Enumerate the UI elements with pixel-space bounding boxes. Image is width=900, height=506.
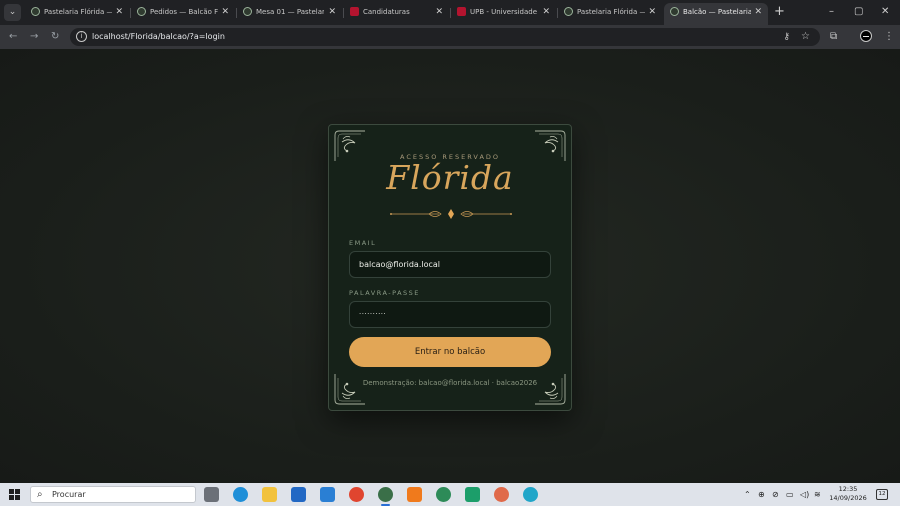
a-app-icon[interactable] (465, 487, 480, 502)
upb-favicon-icon (457, 6, 466, 16)
login-submit-button[interactable]: Entrar no balcão (349, 337, 551, 367)
close-tab-icon[interactable]: ✕ (435, 3, 443, 21)
chrome-icon[interactable] (349, 487, 364, 502)
password-field[interactable]: ·········· (349, 301, 551, 328)
upb-favicon-icon (350, 6, 359, 16)
url-text[interactable]: localhost/Florida/balcao/?a=login (92, 28, 225, 46)
page-background: ACESSO RESERVADO Flórida EMAIL balcao@fl… (0, 49, 900, 483)
close-tab-icon[interactable]: ✕ (115, 3, 123, 21)
login-card: ACESSO RESERVADO Flórida EMAIL balcao@fl… (328, 124, 572, 411)
browser-toolbar: ← → ↻ i localhost/Florida/balcao/?a=logi… (0, 25, 900, 49)
close-tab-icon[interactable]: ✕ (221, 3, 229, 21)
windows-taskbar: ⌕ Procurar ⌃ ⊕ ⊘ ▭ ◁) ≋ 12:35 14/09/2026… (0, 483, 900, 506)
search-icon: ⌕ (37, 489, 43, 500)
c-app-icon[interactable] (523, 487, 538, 502)
address-bar[interactable]: i localhost/Florida/balcao/?a=login ⚷ ☆ (70, 28, 820, 46)
windows-start-icon[interactable] (9, 489, 20, 500)
file-explorer-icon[interactable] (262, 487, 277, 502)
maximize-button[interactable]: ▢ (854, 3, 863, 21)
tab-title: Balcão — Pastelaria F (683, 8, 751, 16)
store-icon[interactable] (291, 487, 306, 502)
hs-app-icon[interactable] (436, 487, 451, 502)
volume-icon[interactable]: ◁) (800, 483, 809, 506)
taskbar-clock[interactable]: 12:35 14/09/2026 (826, 485, 870, 503)
browser-tab-strip: ⌄ Pastelaria Flórida — ✕ Pedidos — Balcã… (0, 0, 900, 25)
close-tab-icon[interactable]: ✕ (754, 3, 762, 21)
flower-favicon-icon (670, 6, 679, 16)
close-tab-icon[interactable]: ✕ (328, 3, 336, 21)
notification-badge[interactable]: 12 (876, 489, 888, 500)
close-window-button[interactable]: ✕ (881, 3, 889, 21)
tab-mesa-01[interactable]: Mesa 01 — Pastelaria ✕ (237, 3, 342, 25)
task-view-icon[interactable] (204, 487, 219, 502)
tab-search-chevron-icon[interactable]: ⌄ (4, 4, 21, 21)
xampp-icon[interactable] (407, 487, 422, 502)
wifi-icon[interactable]: ≋ (814, 483, 821, 506)
mail-icon[interactable] (320, 487, 335, 502)
flower-favicon-icon (243, 6, 252, 16)
demo-credentials-text: Demonstração: balcao@florida.local · bal… (362, 379, 538, 387)
brand-logo-text: Flórida (386, 158, 514, 197)
extensions-puzzle-icon[interactable]: ⧉ (830, 28, 837, 46)
menu-kebab-icon[interactable]: ⋮ (884, 28, 894, 46)
tab-title: Pastelaria Flórida — (577, 8, 645, 16)
new-tab-button[interactable]: + (774, 3, 785, 21)
battery-icon[interactable]: ▭ (786, 483, 794, 506)
flourish-divider-icon (390, 209, 512, 219)
tray-chevron-icon[interactable]: ⌃ (744, 483, 751, 506)
close-tab-icon[interactable]: ✕ (542, 3, 550, 21)
email-field[interactable]: balcao@florida.local (349, 251, 551, 278)
tab-candidaturas[interactable]: Candidaturas ✕ (344, 3, 449, 25)
tab-title: Mesa 01 — Pastelaria (256, 8, 324, 16)
chrome-profile-active-icon[interactable] (378, 487, 393, 506)
sparkle-app-icon[interactable] (494, 487, 509, 502)
flower-favicon-icon (137, 6, 146, 16)
tab-upb-universidade[interactable]: UPB - Universidade P ✕ (451, 3, 556, 25)
minimize-button[interactable]: – (829, 3, 834, 21)
camera-off-icon[interactable]: ⊘ (772, 483, 779, 506)
close-tab-icon[interactable]: ✕ (648, 3, 656, 21)
edge-browser-icon[interactable] (233, 487, 248, 502)
site-info-icon[interactable]: i (76, 31, 87, 42)
tab-title: Pastelaria Flórida — (44, 8, 112, 16)
tab-title: Candidaturas (363, 8, 410, 16)
tab-pastelaria-florida-2[interactable]: Pastelaria Flórida — ✕ (558, 3, 662, 25)
tab-pastelaria-florida-1[interactable]: Pastelaria Flórida — ✕ (25, 3, 129, 25)
forward-arrow-icon[interactable]: → (30, 28, 38, 46)
flower-favicon-icon (564, 6, 573, 16)
reload-icon[interactable]: ↻ (51, 28, 59, 46)
bookmark-star-icon[interactable]: ☆ (801, 28, 810, 46)
tab-title: Pedidos — Balcão Flo (150, 8, 218, 16)
email-label: EMAIL (349, 239, 377, 247)
tab-balcao-active[interactable]: Balcão — Pastelaria F ✕ (664, 3, 768, 25)
ornament-corner-icon (535, 374, 566, 405)
back-arrow-icon[interactable]: ← (9, 28, 17, 46)
search-placeholder: Procurar (52, 490, 86, 499)
clock-date: 14/09/2026 (829, 494, 867, 502)
tab-pedidos-balcao[interactable]: Pedidos — Balcão Flo ✕ (131, 3, 235, 25)
profile-avatar-icon[interactable] (860, 30, 872, 42)
taskbar-search-box[interactable]: ⌕ Procurar (30, 486, 196, 503)
password-key-icon[interactable]: ⚷ (783, 28, 790, 46)
password-label: PALAVRA-PASSE (349, 289, 420, 297)
tab-title: UPB - Universidade P (470, 8, 538, 16)
ornament-corner-icon (334, 374, 365, 405)
tray-app-icon[interactable]: ⊕ (758, 483, 765, 506)
clock-time: 12:35 (838, 485, 858, 493)
flower-favicon-icon (31, 6, 40, 16)
